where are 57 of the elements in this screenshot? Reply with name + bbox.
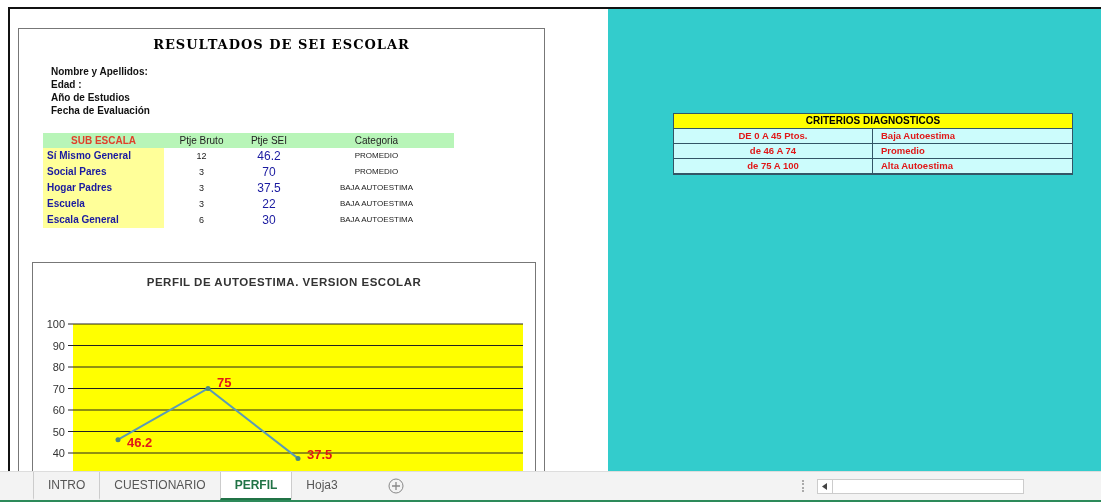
data-point: [205, 386, 211, 391]
column-header: SUB ESCALA: [43, 133, 164, 148]
chart-title: PERFIL DE AUTOESTIMA. VERSION ESCOLAR: [145, 276, 423, 288]
horizontal-scrollbar[interactable]: [816, 478, 1024, 494]
axis-tick-label: 70: [52, 382, 65, 395]
table-cell-text: 3: [198, 198, 205, 211]
table-cell: Alta Autoestima: [873, 159, 1072, 174]
data-label: 37.5: [307, 447, 333, 463]
table-cell-text: PROMEDIO: [353, 150, 400, 162]
table-cell: Social Pares: [43, 164, 164, 180]
scroll-left-icon[interactable]: [822, 482, 828, 490]
table-cell: Baja Autoestima: [873, 129, 1072, 144]
axis-tick-label: 100: [46, 318, 65, 330]
axis-tick-label: 40: [52, 447, 65, 459]
table-cell-text: BAJA AUTOESTIMA: [338, 198, 415, 210]
criteria-title: CRITERIOS DIAGNOSTICOS: [674, 114, 1072, 129]
table-cell-text: BAJA AUTOESTIMA: [338, 182, 415, 194]
sheet-tab[interactable]: Hoja3: [291, 472, 352, 500]
column-header: Ptje Bruto: [164, 133, 239, 148]
table-cell-text: 3: [198, 166, 205, 179]
data-point: [115, 437, 121, 443]
data-point: [295, 455, 301, 461]
table-cell-text: BAJA AUTOESTIMA: [338, 214, 415, 226]
field-label: Fecha de Evaluación: [51, 105, 151, 116]
table-cell: Escala General: [43, 212, 164, 228]
table-cell-text: 70: [261, 164, 277, 180]
field-label: Edad :: [51, 79, 83, 90]
table-cell: de 75 A 100: [674, 159, 873, 174]
table-cell-text: 37.5: [256, 180, 282, 196]
table-cell-text: 30: [261, 212, 277, 228]
field-label: Nombre y Apellidos:: [51, 66, 149, 77]
axis-tick-label: 80: [52, 361, 65, 373]
sheet-tab[interactable]: INTRO: [33, 472, 100, 500]
column-header: Ptje SEI: [239, 133, 299, 148]
table-cell-text: 22: [261, 196, 277, 212]
table-cell-text: 3: [198, 182, 205, 195]
table-cell: Sí Mismo General: [43, 148, 164, 164]
table-cell: DE 0 A 45 Ptos.: [674, 129, 873, 144]
table-cell-text: 6: [198, 214, 205, 227]
table-cell: Escuela: [43, 196, 164, 212]
sheet-tab[interactable]: PERFIL: [219, 472, 292, 500]
field-label: Año de Estudios: [51, 92, 131, 103]
column-header: Categoria: [299, 133, 454, 148]
axis-tick-label: 50: [52, 425, 65, 438]
table-cell-text: 12: [195, 150, 208, 163]
table-cell-text: 46.2: [256, 148, 282, 164]
axis-tick-label: 90: [52, 339, 65, 352]
data-label: 75: [217, 374, 232, 390]
axis-tick-label: 60: [52, 404, 65, 416]
add-sheet-icon[interactable]: [387, 478, 404, 494]
table-cell-text: PROMEDIO: [353, 166, 400, 178]
table-cell: Promedio: [873, 144, 1072, 159]
report-title: RESULTADOS DE SEI ESCOLAR: [152, 37, 411, 52]
sheet-tab[interactable]: CUESTIONARIO: [99, 472, 220, 500]
table-cell: de 46 A 74: [674, 144, 873, 159]
table-cell: Hogar Padres: [43, 180, 164, 196]
data-label: 46.2: [127, 434, 153, 450]
